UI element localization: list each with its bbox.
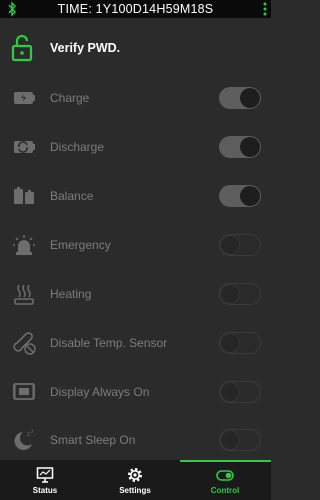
alarm-light-icon bbox=[13, 235, 35, 255]
display-always-on-toggle[interactable] bbox=[219, 381, 261, 403]
unlock-icon bbox=[11, 34, 33, 62]
status-bar: TIME: 1Y100D14H59M18S bbox=[0, 0, 271, 18]
disable-temp-sensor-toggle[interactable] bbox=[219, 332, 261, 354]
emergency-toggle[interactable] bbox=[219, 234, 261, 256]
bottom-tab-bar: Status Settings Control bbox=[0, 460, 271, 500]
setting-row-display-always-on: Display Always On bbox=[0, 372, 271, 412]
tab-control[interactable]: Control bbox=[180, 460, 271, 500]
charge-toggle[interactable] bbox=[219, 87, 261, 109]
battery-charge-icon bbox=[14, 92, 35, 104]
setting-row-charge: Charge bbox=[0, 78, 271, 118]
setting-row-discharge: Discharge bbox=[0, 127, 271, 167]
setting-label: Charge bbox=[50, 91, 90, 105]
svg-text:z: z bbox=[27, 432, 30, 438]
tab-control-label: Control bbox=[210, 486, 240, 495]
setting-label: Disable Temp. Sensor bbox=[50, 336, 168, 350]
gear-icon bbox=[128, 468, 142, 482]
page-title: TIME: 1Y100D14H59M18S bbox=[57, 2, 214, 16]
battery-balance-icon bbox=[14, 187, 34, 204]
thermometer-off-icon bbox=[13, 332, 36, 355]
tab-status-label: Status bbox=[32, 486, 58, 495]
setting-label: Heating bbox=[50, 287, 92, 301]
setting-label: Emergency bbox=[50, 238, 111, 252]
display-icon bbox=[13, 383, 35, 400]
verify-password-row[interactable]: Verify PWD. bbox=[0, 28, 271, 70]
toggle-icon bbox=[216, 470, 234, 481]
setting-label: Balance bbox=[50, 189, 94, 203]
setting-row-disable-temp-sensor: Disable Temp. Sensor bbox=[0, 323, 271, 363]
battery-discharge-icon bbox=[14, 141, 35, 153]
verify-password-label: Verify PWD. bbox=[50, 41, 121, 55]
setting-row-balance: Balance bbox=[0, 176, 271, 216]
setting-row-emergency: Emergency bbox=[0, 225, 271, 265]
setting-row-smart-sleep-on: z z Smart Sleep On bbox=[0, 420, 271, 460]
setting-label: Discharge bbox=[50, 140, 105, 154]
moon-sleep-icon: z z bbox=[14, 429, 34, 450]
monitor-icon bbox=[36, 467, 54, 483]
heating-toggle[interactable] bbox=[219, 283, 261, 305]
balance-toggle[interactable] bbox=[219, 185, 261, 207]
active-tab-indicator bbox=[180, 460, 271, 462]
tab-status[interactable]: Status bbox=[0, 460, 90, 500]
setting-label: Smart Sleep On bbox=[50, 433, 136, 447]
discharge-toggle[interactable] bbox=[219, 136, 261, 158]
svg-text:z: z bbox=[31, 429, 34, 435]
setting-label: Display Always On bbox=[50, 385, 150, 399]
tab-settings[interactable]: Settings bbox=[90, 460, 180, 500]
tab-settings-label: Settings bbox=[119, 486, 151, 495]
heater-icon bbox=[14, 284, 34, 305]
smart-sleep-toggle[interactable] bbox=[219, 429, 261, 451]
more-menu-icon[interactable] bbox=[262, 1, 268, 17]
setting-row-heating: Heating bbox=[0, 274, 271, 314]
